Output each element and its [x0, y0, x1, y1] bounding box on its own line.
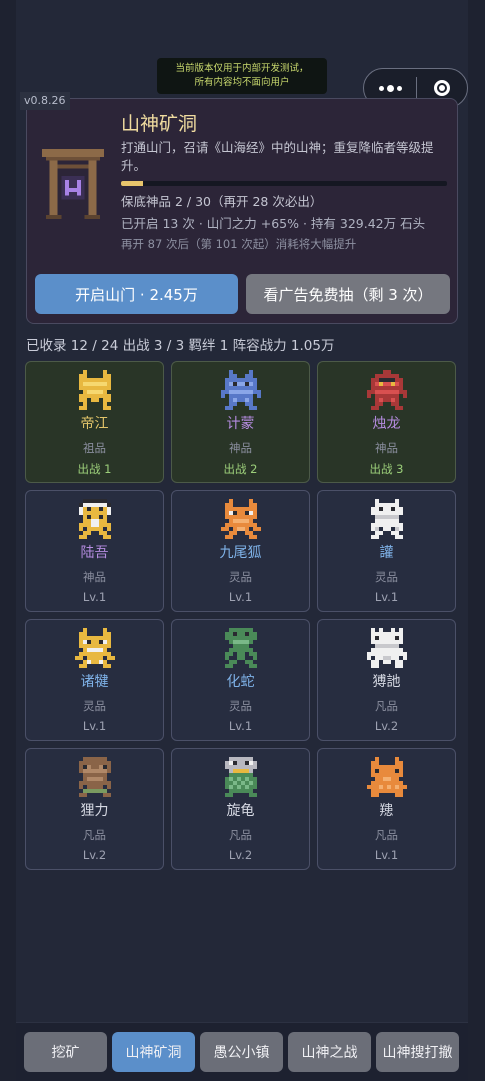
hero-level: Lv.1	[82, 590, 107, 604]
jimeng-portrait-icon	[220, 370, 261, 410]
hero-grade: 祖品	[83, 441, 106, 455]
hero-grade: 凡品	[229, 828, 252, 842]
hero-card[interactable]: 猼訑凡品 Lv.2	[317, 619, 456, 741]
zhulong-portrait-icon	[366, 370, 407, 410]
shrine-gate-icon	[41, 149, 105, 219]
tab-4[interactable]: 山神之战	[288, 1032, 371, 1072]
hero-name: 计蒙	[226, 416, 255, 432]
tab-3[interactable]: 愚公小镇	[200, 1032, 283, 1072]
pity-progress-bar	[121, 181, 447, 186]
hero-grade: 凡品	[375, 828, 398, 842]
hero-grade: 灵品	[229, 699, 252, 713]
hero-grade: 神品	[375, 441, 398, 455]
version-label: v0.8.26	[20, 92, 70, 110]
jiuweihu-portrait-icon	[220, 499, 261, 539]
luwu-portrait-icon	[78, 499, 111, 539]
hero-grade: 神品	[83, 570, 106, 584]
gate-title: 山神矿洞	[121, 113, 198, 135]
hero-card[interactable]: 陆吾神品 Lv.1	[25, 490, 164, 612]
hero-card[interactable]: 狸力凡品 Lv.2	[25, 748, 164, 870]
hero-name: 诸犍	[80, 674, 109, 690]
huan-portrait-icon	[370, 499, 403, 539]
hero-name: 烛龙	[372, 416, 401, 432]
hero-card[interactable]: 讙灵品 Lv.1	[317, 490, 456, 612]
dijiang-portrait-icon	[78, 370, 111, 410]
collection-summary: 已收录 12 / 24 出战 3 / 3 羁绊 1 阵容战力 1.05万	[26, 338, 335, 354]
hero-name: 九尾狐	[219, 545, 262, 561]
hero-grade: 灵品	[229, 570, 252, 584]
hero-level: Lv.1	[228, 590, 253, 604]
bottom-tab-bar: 挖矿 山神矿洞 愚公小镇 山神之战 山神搜打撤	[16, 1022, 468, 1081]
open-gate-button[interactable]: 开启山门 · 2.45万	[35, 274, 238, 314]
close-miniprogram-button[interactable]	[417, 80, 467, 96]
cost-warning-text: 再开 87 次后（第 101 次起）消耗将大幅提升	[121, 237, 357, 251]
hero-name: 猼訑	[372, 674, 401, 690]
hero-deploy-slot: 出战 2	[223, 462, 258, 476]
hero-card[interactable]: 诸犍灵品 Lv.1	[25, 619, 164, 741]
hero-name: 狸力	[80, 803, 109, 819]
hero-level: Lv.1	[374, 848, 399, 862]
more-dots-icon[interactable]	[364, 84, 416, 92]
hero-level: Lv.1	[82, 719, 107, 733]
hero-level: Lv.1	[228, 719, 253, 733]
hero-card[interactable]: 九尾狐灵品 Lv.1	[171, 490, 310, 612]
hero-grade: 灵品	[375, 570, 398, 584]
hero-level: Lv.1	[374, 590, 399, 604]
tab-2[interactable]: 山神矿洞	[112, 1032, 195, 1072]
dev-notice-banner: 当前版本仅用于内部开发测试， 所有内容均不面向用户	[157, 58, 327, 94]
gate-summon-card: 山神矿洞 打通山门，召请《山海经》中的山神；重复降临者等级提升。 保底神品 2 …	[26, 98, 458, 324]
hero-card[interactable]: 旋龟凡品 Lv.2	[171, 748, 310, 870]
hero-deploy-slot: 出战 3	[369, 462, 404, 476]
hero-card[interactable]: 计蒙神品出战 2	[171, 361, 310, 483]
huashe-portrait-icon	[224, 628, 257, 668]
tab-5[interactable]: 山神搜打撤	[376, 1032, 459, 1072]
lili-portrait-icon	[78, 757, 111, 797]
hero-card[interactable]: 帝江祖品出战 1	[25, 361, 164, 483]
hero-name: 帝江	[80, 416, 109, 432]
pity-text: 保底神品 2 / 30（再开 28 次必出）	[121, 194, 323, 209]
boyi-portrait-icon	[366, 628, 407, 668]
hero-name: 陆吾	[80, 545, 109, 561]
watch-ad-draw-button[interactable]: 看广告免费抽（剩 3 次）	[246, 274, 450, 314]
xuangui-portrait-icon	[224, 757, 257, 797]
hero-grid: 帝江 祖品 出战 1 计蒙 神品 出战 2 烛龙 神品 出战 3 陆吾 神品 Lv.1 九尾狐 灵品 Lv.…	[25, 361, 456, 870]
hero-grade: 凡品	[375, 699, 398, 713]
hero-level: Lv.2	[82, 848, 107, 862]
gate-description: 打通山门，召请《山海经》中的山神；重复降临者等级提升。	[121, 140, 434, 173]
hero-grade: 灵品	[83, 699, 106, 713]
hero-level: Lv.2	[374, 719, 399, 733]
hero-name: 讙	[379, 545, 394, 561]
dev-notice-line-1: 当前版本仅用于内部开发测试，	[175, 63, 309, 74]
hero-card[interactable]: 化蛇灵品 Lv.1	[171, 619, 310, 741]
pity-progress-fill	[121, 181, 143, 186]
hero-card[interactable]: 烛龙神品出战 3	[317, 361, 456, 483]
hero-name: 化蛇	[226, 674, 255, 690]
hero-level: Lv.2	[228, 848, 253, 862]
gate-stats-text: 已开启 13 次 · 山门之力 +65% · 持有 329.42万 石头	[121, 216, 426, 231]
hero-card[interactable]: 䍺凡品 Lv.1	[317, 748, 456, 870]
dev-notice-line-2: 所有内容均不面向用户	[194, 77, 290, 88]
hero-grade: 神品	[229, 441, 252, 455]
hero-grade: 凡品	[83, 828, 106, 842]
zhujian-portrait-icon	[74, 628, 115, 668]
hero-deploy-slot: 出战 1	[77, 462, 112, 476]
yuan-portrait-icon	[366, 757, 407, 797]
hero-name: 䍺	[379, 803, 394, 819]
hero-name: 旋龟	[226, 803, 255, 819]
tab-1[interactable]: 挖矿	[24, 1032, 107, 1072]
target-circle-icon	[434, 80, 450, 96]
